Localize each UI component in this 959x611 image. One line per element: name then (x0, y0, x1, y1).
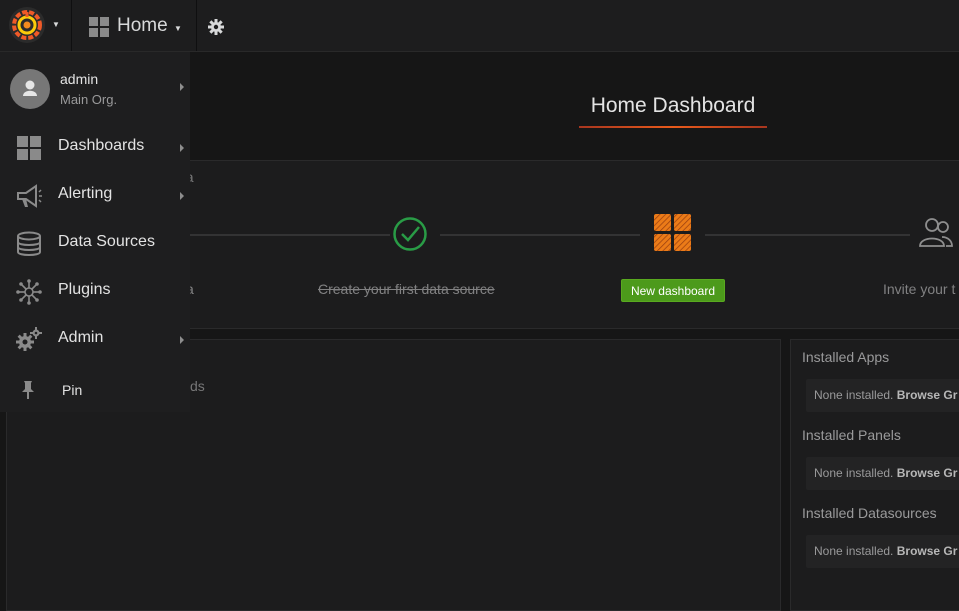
chevron-right-icon (180, 83, 184, 91)
user-org: Main Org. (60, 92, 118, 107)
step-invite-team[interactable]: Invite your t (883, 281, 955, 297)
sidebar-item-dashboards[interactable]: Dashboards (0, 124, 190, 172)
installed-apps-heading: Installed Apps (802, 349, 890, 365)
installed-datasources-heading: Installed Datasources (802, 505, 937, 521)
alerting-icon (17, 184, 42, 208)
dashboards-icon (17, 136, 41, 160)
dashboard-settings-button[interactable] (197, 0, 237, 51)
sidebar-item-label: Data Sources (58, 233, 155, 250)
sidebar-item-label: Alerting (58, 185, 113, 202)
sidebar-item-label: Admin (58, 329, 104, 346)
sidebar-item-plugins[interactable]: Plugins (0, 268, 190, 316)
sidebar-item-label: Pin (62, 382, 83, 398)
sidebar-item-alerting[interactable]: Alerting (0, 172, 190, 220)
chevron-right-icon (180, 144, 184, 152)
page-title: Home Dashboard (590, 94, 756, 117)
chevron-right-icon (180, 336, 184, 344)
installed-datasources-box: None installed. Browse Gr (806, 535, 959, 568)
browse-link[interactable]: Browse Gr (897, 544, 958, 558)
dashboard-grid-orange-icon (654, 214, 691, 251)
dashboard-grid-icon (89, 17, 109, 37)
sidebar-item-pin[interactable]: Pin (0, 366, 190, 414)
step-create-datasource[interactable]: Create your first data source (318, 281, 495, 297)
side-menu: admin Main Org. Dashboards Alerting Data… (0, 52, 190, 412)
check-circle-icon (393, 217, 427, 251)
none-installed-text: None installed. (814, 544, 894, 558)
panel-text: ds (190, 378, 205, 394)
sidebar-item-label: Plugins (58, 281, 111, 298)
user-icon (23, 80, 37, 96)
sidebar-item-admin[interactable]: Admin (0, 316, 190, 364)
grafana-menu-button[interactable]: ▼ (0, 0, 72, 51)
sidebar-item-label: Dashboards (58, 137, 145, 154)
title-underline (579, 126, 767, 128)
caret-down-icon: ▼ (174, 24, 182, 33)
browse-link[interactable]: Browse Gr (897, 388, 958, 402)
gear-icon (208, 19, 224, 35)
avatar (10, 69, 50, 109)
users-icon (919, 218, 953, 247)
chevron-right-icon (180, 192, 184, 200)
browse-link[interactable]: Browse Gr (897, 466, 958, 480)
new-dashboard-button[interactable]: New dashboard (621, 279, 725, 302)
installed-panels-box: None installed. Browse Gr (806, 457, 959, 490)
user-menu-item[interactable]: admin Main Org. (0, 52, 190, 122)
top-navbar: ▼ Home ▼ (0, 0, 959, 52)
progress-line (190, 234, 390, 236)
installed-panels-heading: Installed Panels (802, 427, 901, 443)
admin-icon (16, 327, 42, 351)
user-name: admin (60, 71, 99, 87)
sidebar-item-datasources[interactable]: Data Sources (0, 220, 190, 268)
progress-line (440, 234, 640, 236)
pin-icon (22, 381, 34, 399)
installed-apps-box: None installed. Browse Gr (806, 379, 959, 412)
plugins-icon (16, 279, 42, 305)
datasources-icon (17, 231, 41, 256)
caret-down-icon: ▼ (52, 20, 60, 29)
none-installed-text: None installed. (814, 388, 894, 402)
dashboard-picker-button[interactable]: Home ▼ (72, 0, 197, 51)
dashboard-title-nav: Home (117, 15, 168, 36)
none-installed-text: None installed. (814, 466, 894, 480)
progress-line (705, 234, 910, 236)
grafana-logo-icon (9, 7, 45, 43)
